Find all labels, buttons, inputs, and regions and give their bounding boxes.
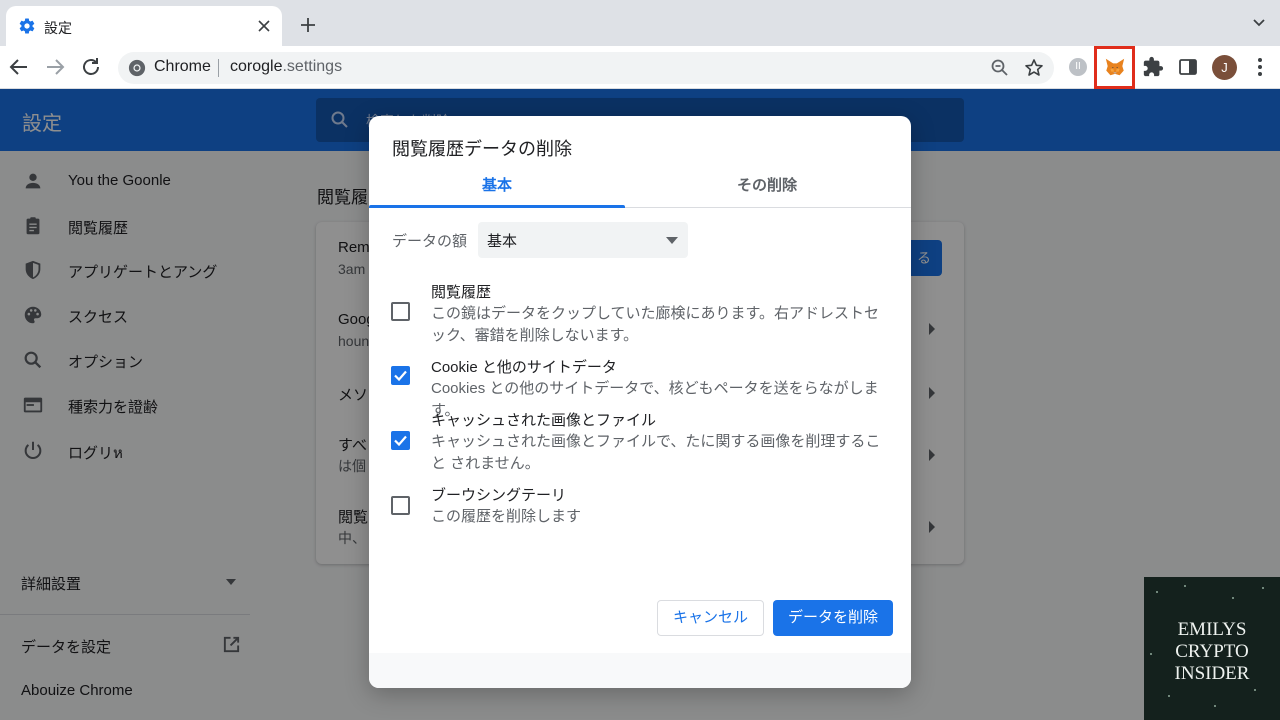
- time-range-label: データの額: [392, 233, 468, 250]
- tab-label: その削除: [736, 177, 797, 194]
- option-title: Cookie と他のサイトデータ: [431, 359, 617, 376]
- option-description: この履歴を削除します: [431, 508, 582, 525]
- tab-label: 基本: [481, 177, 512, 194]
- fox-extension-icon[interactable]: [1104, 56, 1126, 78]
- url-path: .settings: [282, 58, 343, 75]
- avatar[interactable]: J: [1212, 55, 1237, 80]
- dialog-footer: [369, 653, 911, 688]
- url-host: corogle: [230, 58, 283, 75]
- chevron-down-icon[interactable]: [1252, 16, 1266, 30]
- checkbox-browsing-data[interactable]: [391, 496, 410, 515]
- checkmark-icon: [394, 370, 407, 382]
- tab-strip: 設定: [0, 0, 1280, 46]
- tab-basic[interactable]: 基本: [369, 176, 625, 208]
- new-tab-button[interactable]: [296, 13, 320, 37]
- cancel-button[interactable]: キャンセル: [657, 600, 764, 636]
- chrome-logo-icon: [128, 59, 146, 77]
- tab-advanced[interactable]: その削除: [639, 176, 895, 208]
- watermark-text: EMILYS CRYPTO INSIDER: [1144, 619, 1280, 685]
- puzzle-icon[interactable]: [1142, 56, 1164, 78]
- browser-toolbar: Chrome corogle.settings II: [0, 46, 1280, 89]
- channel-watermark: EMILYS CRYPTO INSIDER: [1144, 577, 1280, 720]
- url-text[interactable]: corogle.settings: [230, 58, 342, 76]
- watermark-line: CRYPTO: [1175, 641, 1249, 662]
- caret-down-icon: [666, 237, 678, 244]
- checkbox-browsing-history[interactable]: [391, 302, 410, 321]
- active-tab-indicator: [369, 205, 625, 208]
- reload-icon[interactable]: [79, 55, 103, 79]
- option-description: この鏡はデータをクップしていた廊検にあります。右アドレストセック、審錯を削除しな…: [431, 305, 880, 344]
- time-range-value: 基本: [487, 233, 518, 250]
- back-arrow-icon[interactable]: [7, 55, 31, 79]
- omnibox-separator: [218, 59, 219, 77]
- watermark-line: INSIDER: [1174, 663, 1250, 684]
- checkbox-cookies[interactable]: [391, 366, 410, 385]
- more-vert-icon[interactable]: [1252, 57, 1268, 77]
- checkmark-icon: [394, 435, 407, 447]
- gear-icon: [19, 18, 35, 34]
- option-title: ブーウシングテーリ: [431, 487, 567, 504]
- close-icon[interactable]: [254, 16, 274, 36]
- tab-title: 設定: [44, 20, 72, 36]
- forward-arrow-icon[interactable]: [43, 55, 67, 79]
- option-title: キャッシュされた画像とファイル: [431, 412, 657, 429]
- dialog-title: 閲覧履歴データの削除: [392, 139, 572, 159]
- option-title: 閲覧履歴: [431, 284, 492, 301]
- zoom-icon[interactable]: [990, 58, 1010, 78]
- address-bar[interactable]: Chrome corogle.settings: [118, 52, 1054, 84]
- clear-browsing-data-dialog: 閲覧履歴データの削除 基本 その削除 データの額 基本 閲覧履歴 この鏡はデータ…: [369, 116, 911, 688]
- option-description: キャッシュされた画像とファイルで、たに関する画像を削理すること されません。: [431, 433, 881, 472]
- side-panel-icon[interactable]: [1178, 57, 1198, 77]
- watermark-line: EMILYS: [1177, 619, 1247, 640]
- checkbox-cached-images[interactable]: [391, 431, 410, 450]
- time-range-select[interactable]: 基本: [478, 222, 688, 258]
- extension-badge-icon[interactable]: II: [1069, 58, 1087, 76]
- omnibox-chip: Chrome: [154, 58, 211, 75]
- tab-settings[interactable]: 設定: [6, 6, 282, 46]
- bookmark-star-icon[interactable]: [1024, 58, 1044, 78]
- clear-data-button[interactable]: データを削除: [773, 600, 893, 636]
